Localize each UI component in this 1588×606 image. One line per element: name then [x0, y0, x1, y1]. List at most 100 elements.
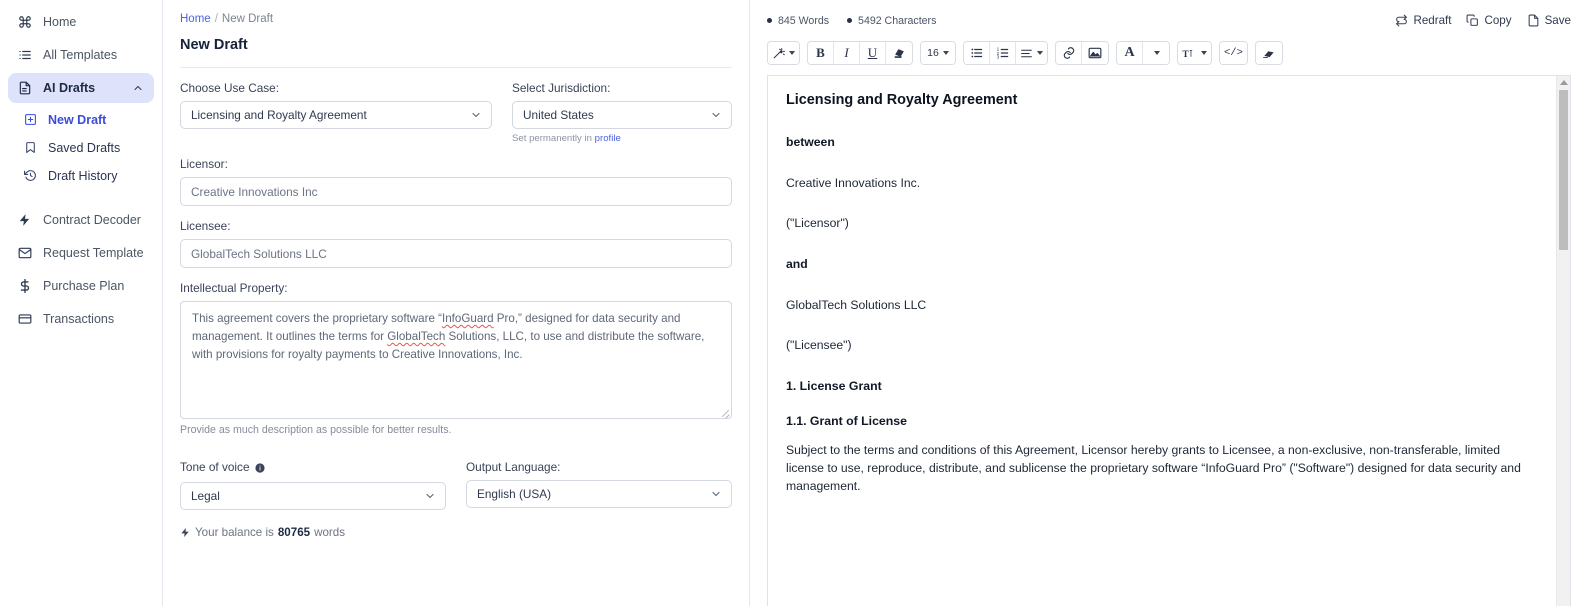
sidebar: Home All Templates AI Drafts New Draft S…	[0, 0, 163, 606]
sidebar-item-draft-history[interactable]: Draft History	[8, 162, 154, 189]
chevron-down-icon	[470, 109, 482, 121]
editor-panel: 845 Words 5492 Characters Redraft Copy S…	[750, 0, 1588, 606]
ip-misspelled-1: InfoGuard	[442, 312, 494, 325]
character-count-label: 5492 Characters	[858, 14, 937, 27]
scroll-up-arrow-icon[interactable]	[1559, 80, 1568, 85]
character-count: 5492 Characters	[847, 15, 936, 27]
output-language-select[interactable]: English (USA)	[466, 480, 732, 508]
licensee-input[interactable]: GlobalTech Solutions LLC	[180, 239, 732, 268]
doc-and: and	[786, 256, 808, 271]
info-icon[interactable]	[255, 462, 265, 476]
chevron-up-icon[interactable]	[132, 82, 144, 94]
sidebar-item-purchase-plan[interactable]: Purchase Plan	[8, 271, 154, 301]
doc-section-1-1-body: Subject to the terms and conditions of t…	[786, 442, 1521, 494]
save-label: Save	[1544, 14, 1571, 27]
chevron-down-icon	[1154, 51, 1160, 55]
svg-text:3: 3	[996, 54, 999, 59]
numbered-list-button[interactable]: 123	[990, 42, 1016, 64]
output-language-value: English (USA)	[477, 487, 552, 501]
sidebar-item-home[interactable]: Home	[8, 7, 154, 37]
chevron-down-icon	[710, 109, 722, 121]
balance-suffix: words	[314, 526, 346, 539]
row-tone-language: Tone of voice Legal Output Language: Eng…	[180, 460, 732, 510]
app-root: Home All Templates AI Drafts New Draft S…	[0, 0, 1588, 606]
clear-format-button[interactable]	[1255, 42, 1282, 64]
sidebar-item-transactions[interactable]: Transactions	[8, 304, 154, 334]
chevron-down-icon	[710, 488, 722, 500]
jurisdiction-select[interactable]: United States	[512, 101, 732, 129]
scrollbar-thumb[interactable]	[1559, 90, 1568, 250]
word-count-label: 845 Words	[778, 14, 830, 27]
italic-button[interactable]: I	[834, 42, 860, 64]
image-button[interactable]	[1082, 42, 1108, 64]
sidebar-item-saved-drafts[interactable]: Saved Drafts	[8, 134, 154, 161]
editor-toolbar: B I U 16 1 2 3 A T </>	[767, 41, 1571, 65]
copy-button[interactable]: Copy	[1466, 14, 1512, 27]
toolbar-group-clear	[1254, 41, 1283, 65]
font-size-value: 16	[927, 47, 939, 59]
document-editor-wrap: Licensing and Royalty Agreement between …	[767, 75, 1571, 606]
dollar-icon	[18, 279, 35, 293]
output-language-label: Output Language:	[466, 460, 561, 474]
history-icon	[24, 169, 40, 182]
toolbar-group-insert	[1055, 41, 1109, 65]
file-save-icon	[1527, 14, 1540, 27]
font-color-button[interactable]: A	[1117, 42, 1143, 64]
ip-textarea[interactable]: This agreement covers the proprietary so…	[180, 301, 732, 419]
font-size-select[interactable]: 16	[921, 42, 955, 64]
magic-wand-icon[interactable]	[768, 42, 799, 64]
word-count: 845 Words	[767, 15, 829, 27]
sidebar-item-all-templates[interactable]: All Templates	[8, 40, 154, 70]
bolt-icon	[18, 213, 35, 227]
sidebar-divider-gap	[0, 190, 162, 202]
bullet-list-button[interactable]	[964, 42, 990, 64]
tone-select[interactable]: Legal	[180, 482, 446, 510]
chevron-down-icon	[1037, 51, 1043, 55]
bold-button[interactable]: B	[808, 42, 834, 64]
ip-misspelled-2: GlobalTech	[387, 329, 446, 343]
document-icon	[18, 81, 35, 95]
link-button[interactable]	[1056, 42, 1082, 64]
document-scrollbar[interactable]	[1556, 76, 1570, 606]
profile-link[interactable]: profile	[595, 133, 621, 144]
balance-row: Your balance is 80765 words	[180, 526, 732, 539]
main-content: Home / New Draft New Draft Choose Use Case…	[163, 0, 1588, 606]
redraft-label: Redraft	[1413, 14, 1452, 27]
sidebar-subitem-label: Draft History	[48, 168, 118, 183]
sidebar-item-ai-drafts[interactable]: AI Drafts	[8, 73, 154, 103]
balance-amount: 80765	[277, 526, 311, 539]
toolbar-group-format: B I U	[807, 41, 913, 65]
toolbar-group-text-style: T	[1177, 41, 1212, 65]
sidebar-item-label: All Templates	[43, 48, 118, 62]
sidebar-item-new-draft[interactable]: New Draft	[8, 106, 154, 133]
sidebar-item-label: Request Template	[43, 246, 144, 260]
doc-between: between	[786, 134, 835, 149]
sidebar-item-contract-decoder[interactable]: Contract Decoder	[8, 205, 154, 235]
textarea-resize-handle[interactable]	[719, 406, 730, 417]
doc-party-1: Creative Innovations Inc.	[786, 175, 921, 190]
highlight-icon[interactable]	[886, 42, 912, 64]
licensor-input[interactable]: Creative Innovations Inc	[180, 177, 732, 206]
chevron-down-icon	[424, 490, 436, 502]
bookmark-icon	[24, 141, 40, 154]
toolbar-group-font-size: 16	[920, 41, 956, 65]
toolbar-group-font-color: A	[1116, 41, 1170, 65]
breadcrumb-home-link[interactable]: Home	[180, 13, 211, 25]
underline-button[interactable]: U	[860, 42, 886, 64]
plus-square-icon	[24, 113, 40, 126]
use-case-select[interactable]: Licensing and Royalty Agreement	[180, 101, 492, 129]
save-button[interactable]: Save	[1527, 14, 1571, 27]
balance-prefix: Your balance is	[195, 526, 274, 539]
sidebar-subitem-label: Saved Drafts	[48, 140, 121, 155]
envelope-icon	[18, 246, 35, 260]
font-color-caret[interactable]	[1143, 42, 1169, 64]
ip-helper-text: Provide as much description as possible …	[180, 424, 452, 436]
sidebar-item-request-template[interactable]: Request Template	[8, 238, 154, 268]
text-style-button[interactable]: T	[1178, 42, 1211, 64]
licensee-label: Licensee:	[180, 219, 231, 233]
source-code-button[interactable]: </>	[1220, 42, 1247, 64]
redraft-button[interactable]: Redraft	[1395, 14, 1451, 27]
ip-textarea-wrap: This agreement covers the proprietary so…	[180, 301, 732, 419]
align-button[interactable]	[1016, 42, 1047, 64]
document-editor[interactable]: Licensing and Royalty Agreement between …	[768, 76, 1556, 606]
